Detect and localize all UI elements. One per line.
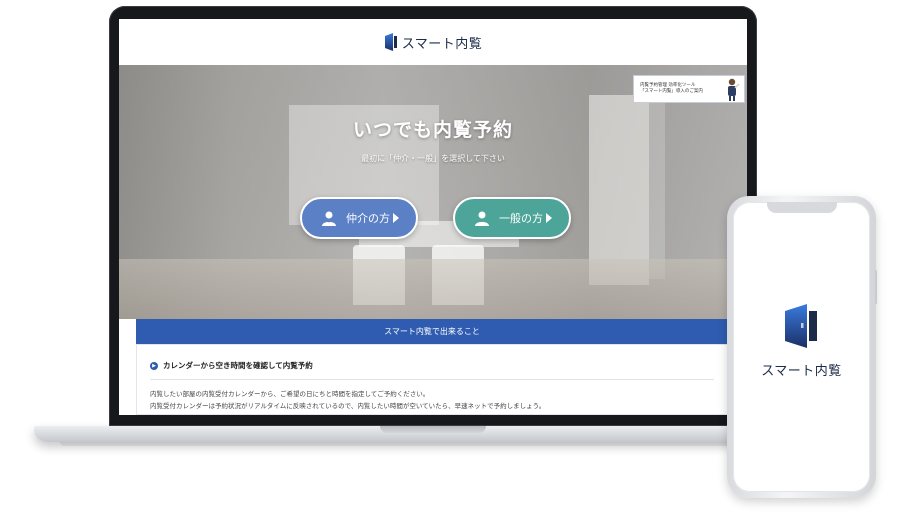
site-header: スマート内覧 — [119, 19, 747, 65]
general-button-label: 一般の方 — [499, 212, 543, 225]
feature-divider — [150, 379, 714, 380]
feature-desc-line2: 内覧受付カレンダーは予約状況がリアルタイムに反映されているので、内覧したい時間が… — [150, 402, 546, 410]
guide-banner-line2: 「スマート内覧」導入のご案内 — [640, 89, 703, 94]
hero-title: いつでも内覧予約 — [352, 119, 513, 141]
general-button[interactable]: 一般の方 — [453, 197, 571, 239]
device-mockup: スマート内覧 いつでも内覧予約 最初に「仲介・一般」を選択して下さい 仲介の方 — [0, 0, 900, 525]
feature-description: 内覧したい部屋の内覧受付カレンダーから、ご希望の日にちと時間を指定してご予約くだ… — [150, 388, 545, 412]
chevron-right-icon — [393, 213, 399, 223]
features-header: スマート内覧で出来ること — [136, 319, 728, 344]
phone-side-button — [875, 270, 877, 304]
chevron-right-icon — [546, 213, 552, 223]
brand-logo-text[interactable]: スマート内覧 — [402, 33, 483, 52]
guide-banner-text: 内覧予約管理 効率化ツール 「スマート内覧」導入のご案内 — [634, 83, 724, 95]
person-icon — [322, 211, 336, 226]
broker-button-label: 仲介の方 — [346, 212, 390, 225]
phone-notch — [767, 202, 837, 213]
hero-section: いつでも内覧予約 最初に「仲介・一般」を選択して下さい 仲介の方 一般の方 内覧… — [119, 65, 747, 319]
features-panel: ▶ カレンダーから空き時間を確認して内覧予約 内覧したい部屋の内覧受付カレンダー… — [136, 344, 728, 415]
hero-subtitle: 最初に「仲介・一般」を選択して下さい — [361, 154, 505, 163]
feature-number-badge: ▶ — [150, 361, 158, 370]
hero-photo-floor — [119, 259, 747, 319]
laptop-shadow — [60, 442, 808, 446]
laptop-opening-notch — [380, 426, 486, 433]
feature-title: カレンダーから空き時間を確認して内覧予約 — [163, 361, 313, 370]
laptop-screen: スマート内覧 いつでも内覧予約 最初に「仲介・一般」を選択して下さい 仲介の方 — [119, 19, 747, 415]
brand-logo-icon[interactable] — [384, 33, 398, 51]
feature-heading: ▶ カレンダーから空き時間を確認して内覧予約 — [150, 360, 313, 371]
guide-banner[interactable]: 内覧予約管理 効率化ツール 「スマート内覧」導入のご案内 — [633, 75, 745, 103]
broker-button[interactable]: 仲介の方 — [300, 197, 418, 239]
presenter-person-icon — [728, 78, 740, 101]
feature-desc-line1: 内覧したい部屋の内覧受付カレンダーから、ご希望の日にちと時間を指定してご予約くだ… — [150, 390, 430, 398]
person-icon — [475, 211, 489, 226]
phone-brand-logo-text: スマート内覧 — [761, 364, 842, 379]
brand-logo-icon — [785, 304, 817, 348]
